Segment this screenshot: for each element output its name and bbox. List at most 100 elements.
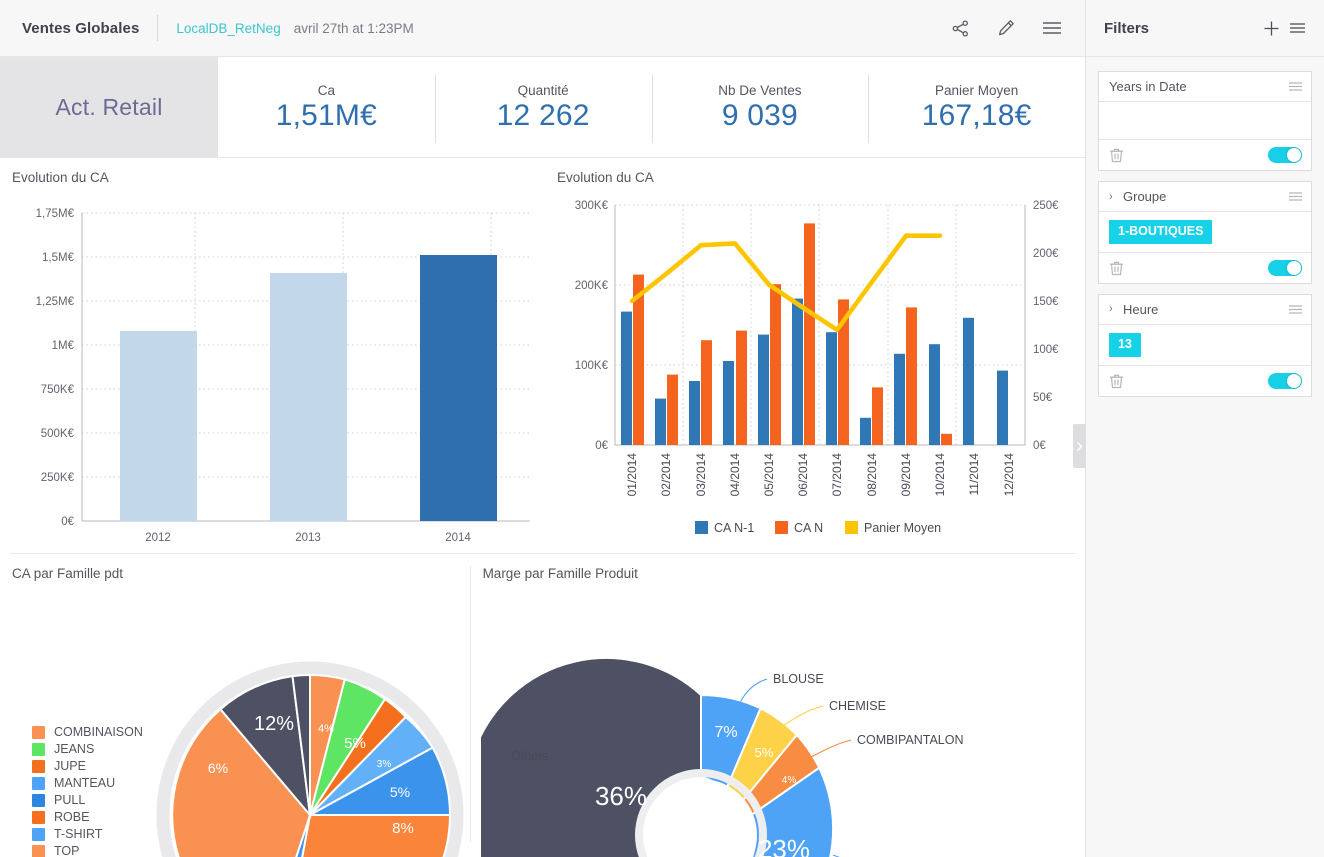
svg-text:1,25M€: 1,25M€	[36, 296, 75, 308]
pencil-icon[interactable]	[991, 13, 1021, 43]
trash-icon[interactable]	[1109, 373, 1124, 389]
last-updated-timestamp: avril 27th at 1:23PM	[293, 20, 414, 36]
legend-label: JUPE	[54, 759, 86, 773]
widget-title: CA par Famille pdt	[12, 566, 124, 581]
pie-legend: COMBINAISON JEANS JUPE MANTEAU PULL ROBE…	[32, 725, 143, 857]
svg-text:CHEMISE: CHEMISE	[829, 699, 886, 713]
svg-text:7%: 7%	[714, 724, 737, 741]
filter-card-header: › Groupe	[1099, 182, 1311, 212]
legend-item[interactable]: TOP	[32, 844, 143, 857]
svg-text:COMBIPANTALON: COMBIPANTALON	[857, 733, 964, 747]
kpi-panier-moyen[interactable]: Panier Moyen 167,18€	[868, 57, 1085, 157]
legend-label: ROBE	[54, 810, 90, 824]
filter-tag[interactable]: 1-BOUTIQUES	[1109, 220, 1213, 244]
filter-tag[interactable]: 13	[1109, 332, 1141, 357]
legend-item[interactable]: PULL	[32, 793, 143, 807]
svg-text:300K€: 300K€	[575, 200, 609, 212]
hamburger-menu-icon[interactable]	[1037, 13, 1067, 43]
widget-title: Evolution du CA	[557, 170, 654, 185]
chevron-right-icon[interactable]: ›	[1109, 303, 1116, 315]
filter-menu-icon[interactable]	[1288, 191, 1303, 202]
legend-item[interactable]: ROBE	[32, 810, 143, 824]
svg-text:1M€: 1M€	[52, 340, 75, 352]
kpi-tab-act-retail[interactable]: Act. Retail	[0, 57, 218, 157]
svg-text:150€: 150€	[1033, 296, 1059, 308]
kpi-value: 9 039	[721, 98, 798, 132]
legend-item[interactable]: JUPE	[32, 759, 143, 773]
svg-text:12%: 12%	[254, 713, 294, 735]
widget-marge-par-famille-produit[interactable]: Marge par Famille Produit BLOUSE CHEMISE…	[470, 554, 1085, 857]
filters-panel: Filters Years in Date › Groupe 1-BOUTIQU…	[1086, 0, 1324, 857]
chart-ca-evolution-monthly: 300K€ 200K€ 100K€ 0€ 250€ 200€ 150€ 100€…	[555, 191, 1075, 576]
filter-card-years-in-date[interactable]: Years in Date	[1098, 71, 1312, 171]
chart-ca-par-famille-pdt: 4% 5% 3% 5% 8% 28% 25% 6% 12%	[10, 587, 464, 857]
filter-enable-toggle[interactable]	[1268, 147, 1302, 163]
svg-text:01/2014: 01/2014	[625, 453, 639, 497]
chevron-right-icon[interactable]: ›	[1109, 191, 1116, 203]
filter-card-groupe[interactable]: › Groupe 1-BOUTIQUES	[1098, 181, 1312, 284]
filter-card-footer	[1099, 140, 1311, 170]
title-divider	[157, 15, 159, 41]
svg-text:200€: 200€	[1033, 248, 1059, 260]
filter-values[interactable]: 1-BOUTIQUES	[1099, 212, 1311, 253]
legend-item[interactable]: COMBINAISON	[32, 725, 143, 739]
legend-item[interactable]: JEANS	[32, 742, 143, 756]
trash-icon[interactable]	[1109, 260, 1124, 276]
legend-label: COMBINAISON	[54, 725, 143, 739]
filter-title: Years in Date	[1109, 79, 1187, 94]
widget-title: Evolution du CA	[12, 170, 109, 185]
kpi-label: Ca	[317, 82, 335, 98]
filter-values[interactable]	[1099, 102, 1311, 140]
filter-menu-icon[interactable]	[1288, 304, 1303, 315]
svg-text:12/2014: 12/2014	[1002, 453, 1016, 497]
legend-label: TOP	[54, 844, 80, 857]
svg-text:1,5M€: 1,5M€	[42, 252, 75, 264]
chart-ca-evolution-yearly: 1,75M€ 1,5M€ 1,25M€ 1M€ 750K€ 500K€ 250K…	[10, 191, 535, 576]
svg-text:750K€: 750K€	[41, 384, 75, 396]
legend-label: T-SHIRT	[54, 827, 103, 841]
svg-text:2014: 2014	[445, 532, 471, 544]
kpi-label: Panier Moyen	[934, 82, 1019, 98]
filter-enable-toggle[interactable]	[1268, 372, 1302, 389]
kpi-nb-de-ventes[interactable]: Nb De Ventes 9 039	[651, 57, 869, 157]
svg-text:3%: 3%	[377, 759, 392, 770]
svg-text:100K€: 100K€	[575, 360, 609, 372]
trash-icon[interactable]	[1109, 147, 1124, 163]
share-icon[interactable]	[945, 13, 975, 43]
legend-label-ca-n: CA N	[794, 521, 823, 535]
filter-card-header: Years in Date	[1099, 72, 1311, 102]
filter-enable-toggle[interactable]	[1268, 259, 1302, 276]
page-title: Ventes Globales	[22, 19, 140, 37]
filters-title: Filters	[1104, 19, 1150, 37]
x-tick-labels: 01/2014 02/2014 03/2014 04/2014 05/2014 …	[625, 453, 1016, 497]
widget-ca-par-famille-pdt[interactable]: CA par Famille pdt 4% 5% 3% 5% 8% 6% 12%…	[0, 554, 470, 857]
hamburger-menu-icon[interactable]	[1284, 15, 1310, 41]
svg-text:10/2014: 10/2014	[933, 453, 947, 497]
widget-ca-evolution-yearly[interactable]: Evolution du CA 1,75M€ 1,5M€ 1,25M€ 1M€ …	[0, 158, 545, 553]
series-panier-moyen	[629, 233, 943, 333]
filter-menu-icon[interactable]	[1288, 81, 1303, 92]
svg-text:06/2014: 06/2014	[796, 453, 810, 497]
legend-item[interactable]: T-SHIRT	[32, 827, 143, 841]
panel-collapse-handle[interactable]	[1073, 424, 1086, 468]
svg-text:03/2014: 03/2014	[694, 453, 708, 497]
svg-text:250K€: 250K€	[41, 472, 75, 484]
svg-text:6%: 6%	[208, 760, 228, 776]
plus-icon[interactable]	[1258, 15, 1284, 41]
legend-item[interactable]: MANTEAU	[32, 776, 143, 790]
datasource-link[interactable]: LocalDB_RetNeg	[176, 21, 280, 36]
legend-swatch	[32, 793, 45, 807]
legend-swatch	[32, 844, 45, 857]
filter-card-heure[interactable]: › Heure 13	[1098, 293, 1312, 397]
kpi-ca[interactable]: Ca 1,51M€	[218, 57, 435, 157]
bar-2012	[120, 331, 197, 521]
svg-text:2012: 2012	[145, 532, 171, 544]
svg-text:02/2014: 02/2014	[659, 453, 673, 497]
legend-label: JEANS	[54, 742, 95, 756]
svg-text:23%: 23%	[758, 834, 810, 857]
kpi-value: 12 262	[496, 98, 590, 132]
filter-values[interactable]: 13	[1099, 324, 1311, 366]
kpi-quantite[interactable]: Quantité 12 262	[434, 57, 652, 157]
filter-card-footer	[1099, 365, 1311, 396]
widget-ca-evolution-monthly[interactable]: Evolution du CA 300K€ 200K€ 100K€ 0€ 250…	[545, 158, 1085, 553]
